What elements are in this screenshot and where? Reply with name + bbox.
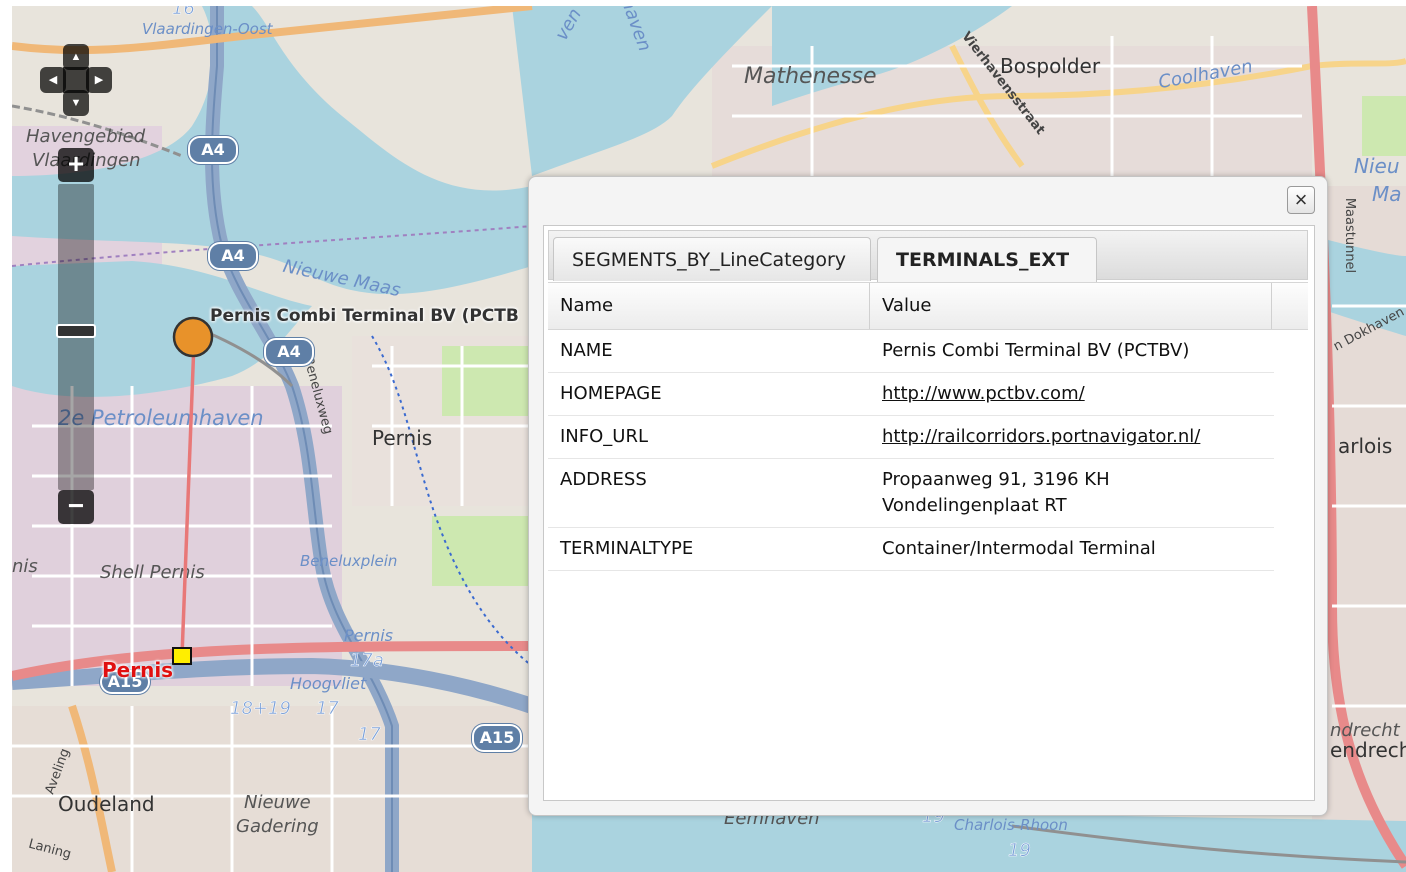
- terminal-label[interactable]: Pernis Combi Terminal BV (PCTB: [210, 306, 519, 326]
- map-label-havengebied: Havengebied: [26, 126, 146, 147]
- attribute-link[interactable]: http://www.pctbv.com/: [882, 383, 1085, 404]
- close-button[interactable]: ×: [1287, 186, 1315, 214]
- zoom-slider-handle[interactable]: [56, 323, 96, 338]
- tab-terminals-ext[interactable]: TERMINALS_EXT: [877, 237, 1097, 282]
- motorway-shield-a4: A4: [208, 242, 258, 270]
- motorway-shield-a15: A15: [472, 724, 522, 752]
- route-number: 17a: [350, 650, 384, 672]
- map-label-pernis-small: Pernis: [344, 626, 393, 645]
- route-number: 16: [172, 6, 195, 19]
- map-label-zwijndrecht-2: endrech: [1330, 738, 1406, 762]
- table-row: TERMINALTYPE Container/Intermodal Termina…: [548, 528, 1274, 571]
- map-label-charlois-rhoon: Charlois-Rhoon: [954, 816, 1068, 834]
- map-label-oudeland: Oudeland: [58, 792, 155, 816]
- route-number: 17: [358, 724, 381, 746]
- table-body: NAME Pernis Combi Terminal BV (PCTBV) HOME…: [548, 330, 1308, 571]
- map-label-nieuwe: Nieuwe: [244, 792, 311, 813]
- attribute-link[interactable]: http://railcorridors.portnavigator.nl/: [882, 426, 1200, 447]
- table-row: ADDRESS Propaanweg 91, 3196 KH Vondelinge…: [548, 459, 1274, 528]
- table-row: NAME Pernis Combi Terminal BV (PCTBV): [548, 330, 1274, 373]
- route-number: 19: [1008, 840, 1031, 862]
- zoom-in-button[interactable]: +: [58, 148, 94, 182]
- route-number: 18+19: [230, 698, 291, 720]
- table-row: HOMEPAGE http://www.pctbv.com/: [548, 373, 1274, 416]
- map-label-mathenesse: Mathenesse: [744, 64, 877, 89]
- pan-down-button[interactable]: ▼: [63, 90, 89, 116]
- pan-right-button[interactable]: ▶: [86, 67, 112, 93]
- attribute-value: Pernis Combi Terminal BV (PCTBV): [882, 340, 1190, 361]
- map-label-vlaardingen-oost: Vlaardingen-Oost: [142, 20, 273, 38]
- attribute-name: ADDRESS: [560, 469, 647, 490]
- table-row: INFO_URL http://railcorridors.portnavigat…: [548, 416, 1274, 459]
- motorway-shield-a4: A4: [264, 338, 314, 366]
- table-header: Name Value: [548, 282, 1308, 330]
- pan-control: ▲ ▼ ◀ ▶: [40, 44, 112, 116]
- station-label[interactable]: Pernis: [102, 658, 173, 682]
- popup-content: SEGMENTS_BY_LineCategory TERMINALS_EXT N…: [543, 225, 1315, 801]
- zoom-control: + −: [56, 148, 96, 528]
- column-header-name[interactable]: Name: [548, 283, 870, 329]
- zoom-out-button[interactable]: −: [58, 490, 94, 524]
- route-number: 17: [316, 698, 339, 720]
- tab-segments-by-linecategory[interactable]: SEGMENTS_BY_LineCategory: [553, 237, 871, 281]
- attribute-name: NAME: [560, 340, 613, 361]
- map-label-ma: Ma: [1372, 182, 1402, 206]
- map-label-hoogvliet: Hoogvliet: [290, 674, 367, 693]
- attribute-value: http://www.pctbv.com/: [882, 381, 1262, 407]
- attribute-name: INFO_URL: [560, 426, 649, 447]
- attribute-table: Name Value NAME Pernis Combi Terminal BV …: [548, 282, 1308, 571]
- map-label-bospolder: Bospolder: [1000, 54, 1101, 78]
- map-label-nieuw: Nieu: [1354, 154, 1400, 178]
- feature-info-popup: × SEGMENTS_BY_LineCategory TERMINALS_EXT…: [528, 176, 1328, 816]
- attribute-value: http://railcorridors.portnavigator.nl/: [882, 424, 1262, 450]
- tab-bar: SEGMENTS_BY_LineCategory TERMINALS_EXT: [548, 230, 1308, 282]
- map-label-mis: nis: [12, 556, 38, 577]
- motorway-shield-a4: A4: [188, 136, 238, 164]
- map-label-maastunnel: Maastunnel: [1342, 197, 1358, 274]
- map-label-gadering: Gadering: [236, 816, 319, 837]
- attribute-value: Container/Intermodal Terminal: [882, 538, 1156, 559]
- attribute-name: TERMINALTYPE: [560, 538, 694, 559]
- map-label-charlois: arlois: [1338, 434, 1393, 458]
- pan-center: [63, 67, 89, 93]
- attribute-name: HOMEPAGE: [560, 383, 662, 404]
- attribute-value: Propaanweg 91, 3196 KH Vondelingenplaat …: [882, 469, 1110, 516]
- map-label-beneluxplein: Beneluxplein: [300, 552, 398, 570]
- map-label-shell-pernis: Shell Pernis: [100, 562, 205, 583]
- map-label-pernis-place: Pernis: [372, 426, 433, 450]
- column-header-value[interactable]: Value: [870, 283, 1272, 329]
